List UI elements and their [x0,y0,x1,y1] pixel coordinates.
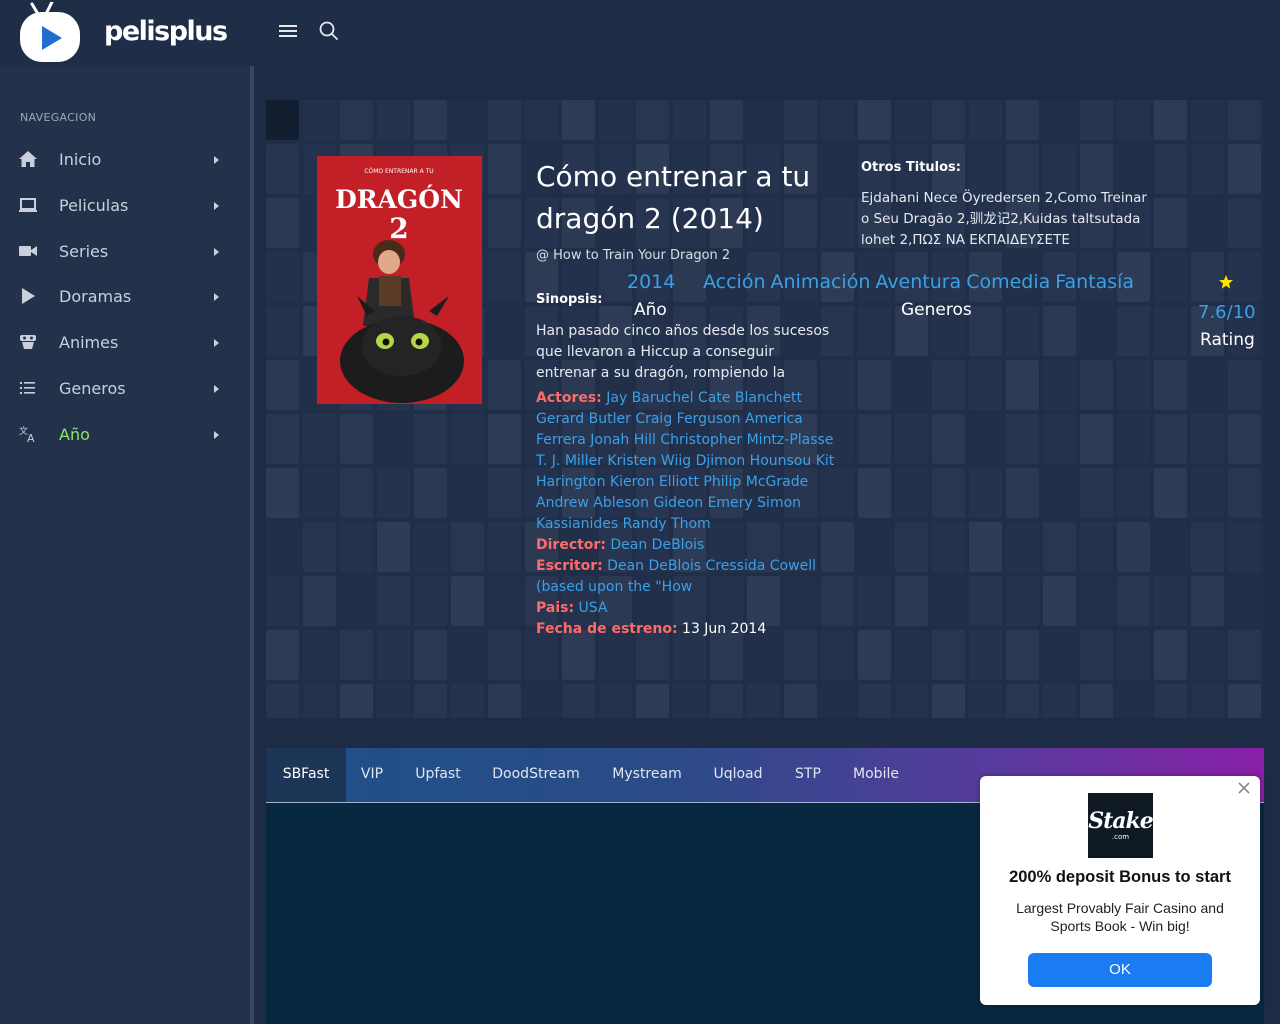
sidebar-item-generos[interactable]: Generos [0,367,250,413]
caret-right-icon [214,156,219,164]
country-row: Pais: USA [536,598,836,619]
country-link[interactable]: USA [579,600,608,616]
svg-text:A: A [27,432,35,444]
hamburger-icon [279,25,297,37]
ad-logo-subtext: .com [1111,833,1130,841]
sidebar-item-label: Series [59,241,109,261]
close-icon[interactable] [1236,780,1252,796]
site-logo-text: pelisplus [104,16,228,47]
synopsis-label: Sinopsis: [536,292,603,307]
play-icon [22,288,35,305]
release-row: Fecha de estreno: 13 Jun 2014 [536,619,836,640]
actors-links[interactable]: Jay Baruchel Cate Blanchett Gerard Butle… [536,390,834,532]
poster-artwork: CÓMO ENTRENAR A TU DRAGÓN 2 [317,156,482,404]
sidebar: NAVEGACION Inicio Peliculas Series Doram… [0,66,250,1024]
home-icon [19,151,37,167]
director-row: Director: Dean DeBlois [536,535,836,556]
nav-heading: NAVEGACION [20,111,97,124]
director-link[interactable]: Dean DeBlois [610,537,704,553]
top-bar: pelisplus [0,0,1280,66]
sidebar-item-ano[interactable]: 文 A Año [0,413,250,459]
ad-popup: Stake .com 200% deposit Bonus to start L… [980,776,1260,1005]
ad-logo: Stake .com [1088,793,1154,858]
caret-right-icon [214,247,219,256]
tab-stp[interactable]: STP [781,748,835,802]
movie-poster[interactable]: CÓMO ENTRENAR A TU DRAGÓN 2 [317,156,482,404]
release-date: 13 Jun 2014 [682,621,767,637]
sidebar-item-label: Año [59,424,90,444]
translate-icon: 文 A [19,425,35,444]
tab-mystream[interactable]: Mystream [594,748,700,802]
original-title: @ How to Train Your Dragon 2 [536,248,731,263]
other-titles-text: Ejdahani Nece Öyredersen 2,Como Treinar … [861,190,1147,248]
genre-link[interactable]: Fantasía [1055,271,1134,293]
actors-label: Actores: [536,390,602,406]
tab-vip[interactable]: VIP [346,748,398,802]
synopsis-text: Han pasado cinco años desde los sucesos … [536,323,830,381]
writer-row: Escritor: Dean DeBlois Cressida Cowell (… [536,556,836,598]
sidebar-item-doramas[interactable]: Doramas [0,275,250,321]
credits-block: Actores: Jay Baruchel Cate Blanchett Ger… [536,388,836,640]
list-icon [20,381,35,394]
poster-title-word: DRAGÓN [335,185,463,214]
star-icon [1219,275,1233,289]
sidebar-item-label: Animes [59,333,119,353]
rating-value: 7.6/10 [1198,302,1256,323]
tab-doodstream[interactable]: DoodStream [478,748,594,802]
year-label: Año [634,300,667,320]
nav-list: Inicio Peliculas Series Doramas Animes G… [0,138,250,459]
movie-detail-panel: CÓMO ENTRENAR A TU DRAGÓN 2 Cómo entrena… [266,100,1264,718]
sidebar-scrollbar[interactable] [250,66,254,1024]
genre-link[interactable]: Animación [771,271,871,293]
video-camera-icon [19,245,37,256]
movie-title: Cómo entrenar a tu dragón 2 (2014) [536,160,811,235]
ad-logo-text: Stake [1088,808,1154,834]
year-link[interactable]: 2014 [627,271,675,293]
genre-link[interactable]: Aventura [875,271,961,293]
writer-label: Escritor: [536,558,603,574]
hamburger-menu-button[interactable] [276,20,300,42]
caret-right-icon [214,293,219,302]
genre-link[interactable]: Acción [703,271,766,293]
tab-sbfast[interactable]: SBFast [266,748,346,802]
country-label: Pais: [536,600,575,616]
caret-right-icon [214,201,219,210]
tab-upfast[interactable]: Upfast [398,748,478,802]
tab-uqload[interactable]: Uqload [700,748,776,802]
ad-text: Largest Provably Fair Casino and Sports … [1016,900,1224,934]
poster-title-number: 2 [389,212,408,245]
sidebar-item-label: Peliculas [59,195,129,215]
search-button[interactable] [318,20,340,42]
site-logo[interactable]: pelisplus [18,0,228,64]
anime-mask-icon [20,335,36,350]
other-titles-label: Otros Titulos: [861,160,961,175]
sidebar-item-label: Inicio [59,150,102,169]
poster-top-text: CÓMO ENTRENAR A TU [364,168,433,175]
search-icon [319,21,338,40]
sidebar-item-label: Doramas [59,287,132,307]
genre-link[interactable]: Comedia [966,271,1050,293]
sidebar-item-series[interactable]: Series [0,230,250,276]
caret-right-icon [214,384,219,393]
director-label: Director: [536,537,606,553]
actors-row: Actores: Jay Baruchel Cate Blanchett Ger… [536,388,836,535]
sidebar-item-animes[interactable]: Animes [0,321,250,367]
tab-mobile[interactable]: Mobile [840,748,912,802]
genres-label: Generos [901,300,972,320]
ad-ok-button[interactable]: OK [1028,953,1212,987]
sidebar-item-inicio[interactable]: Inicio [0,138,250,184]
sidebar-item-label: Generos [59,378,126,398]
laptop-icon [19,197,37,212]
tv-logo-icon [20,0,80,62]
sidebar-item-peliculas[interactable]: Peliculas [0,184,250,230]
caret-right-icon [214,339,219,348]
genres-list: Acción Animación Aventura Comedia Fantasía [703,271,1139,293]
ad-title: 200% deposit Bonus to start [1009,868,1231,886]
rating-label: Rating [1200,330,1255,350]
caret-right-icon [214,430,219,439]
release-label: Fecha de estreno: [536,621,678,637]
